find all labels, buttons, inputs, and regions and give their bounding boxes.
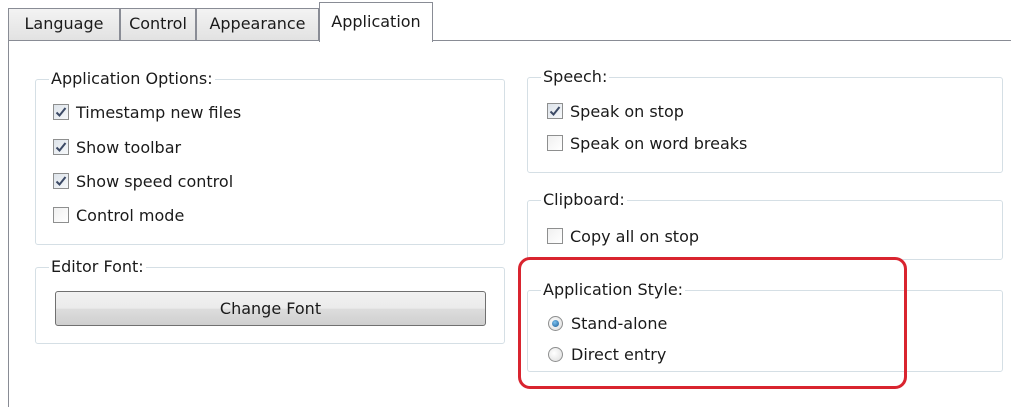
- show-toolbar-checkbox[interactable]: Show toolbar: [53, 136, 181, 158]
- speak-on-stop-checkbox[interactable]: Speak on stop: [547, 100, 684, 122]
- clipboard-title: Clipboard:: [541, 190, 627, 209]
- tab-language[interactable]: Language: [8, 8, 120, 40]
- tab-strip-line: [8, 40, 1011, 41]
- tab-application[interactable]: Application: [319, 2, 433, 42]
- application-options-title: Application Options:: [49, 69, 215, 88]
- control-mode-checkbox[interactable]: Control mode: [53, 204, 184, 226]
- timestamp-new-files-checkbox[interactable]: Timestamp new files: [53, 101, 241, 123]
- timestamp-new-files-label: Timestamp new files: [76, 102, 242, 122]
- checkbox-check-icon: [547, 103, 563, 119]
- tab-control[interactable]: Control: [120, 8, 196, 40]
- show-speed-control-checkbox[interactable]: Show speed control: [53, 170, 233, 192]
- speak-on-word-breaks-label: Speak on word breaks: [570, 133, 748, 153]
- checkbox-check-icon: [53, 173, 69, 189]
- copy-all-on-stop-checkbox[interactable]: Copy all on stop: [547, 225, 699, 247]
- highlight-annotation: [518, 257, 907, 389]
- checkbox-check-icon: [53, 104, 69, 120]
- change-font-button[interactable]: Change Font: [55, 291, 486, 326]
- checkbox-check-icon: [53, 139, 69, 155]
- show-speed-control-label: Show speed control: [76, 171, 234, 191]
- checkbox-empty-icon: [547, 228, 563, 244]
- speak-on-stop-label: Speak on stop: [570, 101, 684, 121]
- tab-appearance[interactable]: Appearance: [196, 8, 319, 40]
- speak-on-word-breaks-checkbox[interactable]: Speak on word breaks: [547, 132, 747, 154]
- copy-all-on-stop-label: Copy all on stop: [570, 226, 700, 246]
- show-toolbar-label: Show toolbar: [76, 137, 182, 157]
- control-mode-label: Control mode: [76, 205, 185, 225]
- checkbox-empty-icon: [53, 207, 69, 223]
- checkbox-empty-icon: [547, 135, 563, 151]
- speech-title: Speech:: [541, 67, 610, 86]
- speech-group: [527, 77, 1003, 173]
- panel-left-border: [8, 40, 9, 407]
- editor-font-title: Editor Font:: [49, 257, 146, 276]
